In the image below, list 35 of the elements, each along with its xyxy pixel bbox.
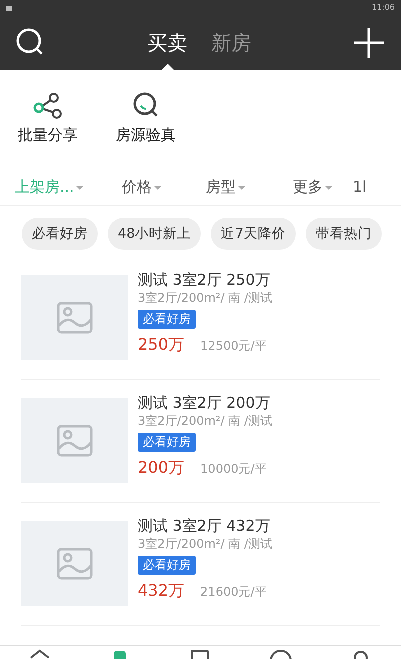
filter-dropdown[interactable]: 更多	[293, 176, 353, 199]
listing-price: 432万	[138, 580, 185, 602]
unit-price: 21600元/平	[200, 584, 267, 602]
unit-price: 12500元/平	[200, 338, 267, 356]
listing-title[interactable]: 测试 3室2厅 250万	[138, 270, 270, 290]
image-placeholder-icon	[56, 424, 92, 457]
share-icon	[33, 92, 63, 120]
listing-price: 250万	[138, 334, 185, 356]
tag-chip[interactable]: 近7天降价	[211, 218, 296, 250]
listing-details: 3室2厅/200m²/ 南 /测试	[138, 290, 272, 306]
tag-chip[interactable]: 必看好房	[22, 218, 98, 250]
listing-details: 3室2厅/200m²/ 南 /测试	[138, 536, 272, 552]
action-button[interactable]: 批量分享	[18, 124, 78, 146]
notification-icon	[6, 6, 12, 10]
status-time: 11:06	[372, 2, 395, 14]
tag-chip[interactable]: 带看热门	[306, 218, 382, 250]
home-icon[interactable]	[28, 648, 52, 659]
image-placeholder-icon	[56, 548, 92, 580]
listing-title[interactable]: 测试 3室2厅 432万	[138, 516, 270, 536]
listing-tag: 必看好房	[138, 556, 196, 576]
filter-dropdown[interactable]: 房型	[206, 176, 293, 199]
tag-chip[interactable]: 48小时新上	[108, 218, 202, 250]
filter-dropdown[interactable]: 价格	[122, 176, 206, 199]
listing-tag: 必看好房	[138, 433, 196, 452]
filter-dropdown[interactable]: 1l	[353, 176, 383, 199]
listing-tag: 必看好房	[138, 310, 196, 330]
action-button[interactable]: 房源验真	[116, 124, 176, 146]
image-placeholder-icon	[56, 302, 92, 334]
listing-price: 200万	[138, 457, 185, 480]
tab[interactable]: 新房	[200, 16, 264, 70]
unit-price: 10000元/平	[200, 461, 267, 478]
listing-details: 3室2厅/200m²/ 南 /测试	[138, 413, 272, 430]
listing-title[interactable]: 测试 3室2厅 200万	[138, 393, 270, 414]
tab[interactable]: 买卖	[136, 16, 200, 70]
add-icon[interactable]	[353, 27, 385, 59]
